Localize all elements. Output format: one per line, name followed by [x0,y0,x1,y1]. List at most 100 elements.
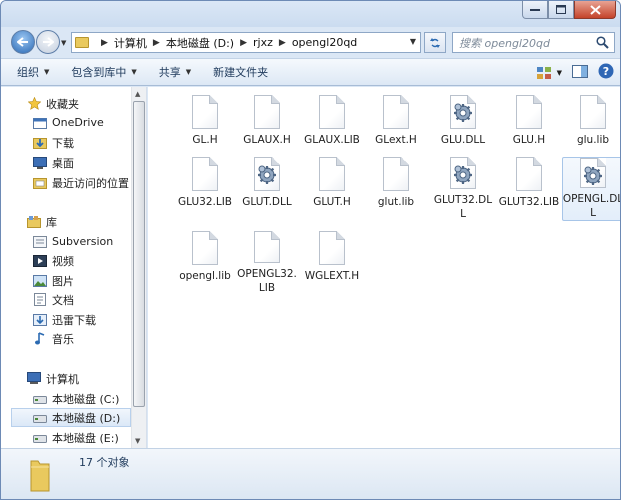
file-item[interactable]: glut.lib [365,157,427,221]
pictures-icon [33,274,47,287]
file-list: GL.H GLAUX.H GLAUX.LIB GLext.H GLU.DLL GLU.H g… [148,87,620,448]
title-bar [1,1,620,27]
file-item[interactable]: opengl.lib [174,231,236,295]
address-row: ▼ ▶ 计算机 ▶ 本地磁盘 (D:) ▶ rjxz ▶ opengl20qd ▼ 搜… [1,27,620,57]
subversion-icon [33,235,47,248]
close-button[interactable] [574,1,616,19]
breadcrumb-label: 计算机 [113,36,147,50]
file-item[interactable]: GLUT32.LIB [498,157,560,221]
nav-scrollbar[interactable]: ▲ ▼ [131,87,146,448]
minimize-button[interactable] [522,1,548,19]
breadcrumb-item[interactable]: rjxz ▶ [253,36,292,49]
file-name: opengl.lib [179,270,231,282]
file-name: GLUT32.LIB [498,196,560,208]
address-bar[interactable]: ▶ 计算机 ▶ 本地磁盘 (D:) ▶ rjxz ▶ opengl20qd ▼ [71,32,421,53]
file-item[interactable]: glu.lib [562,95,620,159]
share-label: 共享 [158,66,181,79]
change-view-button[interactable]: ▼ [536,66,562,79]
organize-menu[interactable]: 组织 ▼ [13,62,53,82]
organize-label: 组织 [17,66,39,79]
download-icon [33,313,47,326]
file-item[interactable]: GLext.H [365,95,427,159]
recent-places-icon [33,176,47,189]
folder-icon [75,37,89,48]
file-item[interactable]: GL.H [174,95,236,159]
file-item[interactable]: OPENGL32.LIB [236,231,298,295]
file-name: glu.lib [576,134,610,146]
document-file-icon [319,95,345,129]
library-icon [27,215,41,228]
explorer-window: ▼ ▶ 计算机 ▶ 本地磁盘 (D:) ▶ rjxz ▶ opengl20qd ▼ 搜… [0,0,621,500]
computer-icon [27,372,41,385]
address-dropdown-icon[interactable]: ▼ [410,37,416,46]
item-count: 17 个对象 [79,456,130,469]
nav-item-label: OneDrive [52,116,104,129]
document-file-icon [254,231,280,263]
file-name: glut.lib [377,196,415,208]
forward-button[interactable] [36,30,60,54]
back-button[interactable] [11,30,35,54]
new-folder-button[interactable]: 新建文件夹 [209,62,272,82]
file-name: GLUT.DLL [242,196,292,208]
new-folder-label: 新建文件夹 [213,66,269,79]
file-item[interactable]: GLU32.LIB [174,157,236,221]
chevron-down-icon: ▼ [556,68,562,77]
nav-item-label: 视频 [52,254,74,268]
file-item[interactable]: GLU.H [498,95,560,159]
breadcrumb-item[interactable]: 计算机 ▶ [114,35,166,51]
onedrive-icon [33,116,47,129]
file-name: GLU.H [512,134,546,146]
share-menu[interactable]: 共享 ▼ [155,62,195,82]
include-in-library-menu[interactable]: 包含到库中 ▼ [67,62,140,82]
file-item[interactable]: GLUT.DLL [236,157,298,221]
scroll-up-icon[interactable]: ▲ [135,90,140,98]
breadcrumb-item[interactable]: opengl20qd [292,36,357,49]
help-button[interactable]: ? [598,63,614,82]
search-icon [596,36,609,49]
file-name: GLUT.H [313,196,351,208]
file-item[interactable]: OPENGL.DLL [562,157,620,221]
file-item[interactable]: GLUT32.DLL [432,157,494,221]
refresh-icon [430,37,440,48]
scroll-thumb[interactable] [133,101,145,407]
file-name: OPENGL32.LIB [237,268,297,294]
download-folder-icon [33,136,47,149]
computer-label: 计算机 [46,372,79,386]
dll-file-icon [254,157,280,191]
nav-item-label: 最近访问的位置 [52,176,129,190]
file-item[interactable]: GLAUX.LIB [301,95,363,159]
file-name: GLAUX.LIB [304,134,360,146]
file-item[interactable]: GLAUX.H [236,95,298,159]
minimize-icon [530,8,540,11]
breadcrumb-label: rjxz [253,36,273,49]
libraries-label: 库 [46,215,57,229]
chevron-down-icon: ▼ [44,68,50,76]
file-item[interactable]: WGLEXT.H [301,231,363,295]
drive-icon [33,392,47,405]
file-name: WGLEXT.H [304,270,360,282]
close-icon [589,4,601,15]
document-file-icon [319,157,345,191]
scroll-down-icon[interactable]: ▼ [135,437,140,445]
video-icon [33,254,47,267]
nav-item-drive-d[interactable]: 本地磁盘 (D:) [11,408,131,427]
maximize-button[interactable] [548,1,574,19]
command-bar: 组织 ▼ 包含到库中 ▼ 共享 ▼ 新建文件夹 ▼ ? [1,58,620,86]
details-pane: 17 个对象 [1,448,620,499]
maximize-icon [556,5,566,14]
drive-icon [33,411,47,424]
breadcrumb-item[interactable]: 本地磁盘 (D:) ▶ [166,35,253,51]
recent-pages-dropdown[interactable]: ▼ [61,39,69,47]
file-name: GLUT32.DLL [433,194,493,220]
preview-pane-button[interactable] [572,64,588,81]
document-file-icon [516,157,542,191]
file-item[interactable]: GLUT.H [301,157,363,221]
document-file-icon [319,231,345,265]
include-in-library-label: 包含到库中 [71,66,127,79]
search-input[interactable]: 搜索 opengl20qd [452,32,615,53]
document-file-icon [516,95,542,129]
music-icon [33,332,47,345]
file-item[interactable]: GLU.DLL [432,95,494,159]
desktop-icon [33,156,47,169]
refresh-button[interactable] [424,32,446,53]
